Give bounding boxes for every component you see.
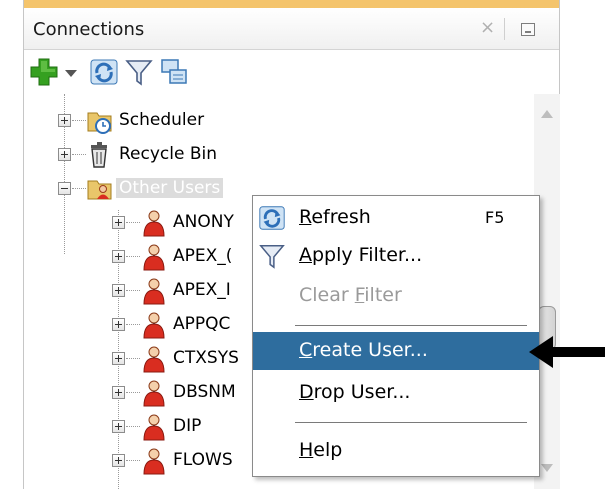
menu-item-label: Help — [299, 439, 343, 461]
menu-item-create-user[interactable]: Create User... — [253, 332, 539, 370]
panel-accent-bar — [24, 0, 559, 8]
tree-item-label: ANONY — [173, 212, 234, 232]
schema-browser-icon[interactable] — [158, 56, 190, 88]
tree-item-label: DBSNM — [173, 382, 236, 402]
pointer-arrow-icon — [527, 332, 607, 372]
scroll-down-arrow-icon[interactable] — [541, 464, 553, 472]
expand-toggle[interactable] — [112, 386, 125, 399]
scheduler-icon — [87, 107, 113, 135]
tree-connector — [126, 392, 140, 393]
tree-item-user[interactable]: DIP — [24, 410, 284, 444]
minimize-icon[interactable] — [521, 23, 535, 36]
tree-item-user[interactable]: ANONY — [24, 206, 284, 240]
expand-toggle[interactable] — [112, 250, 125, 263]
tree-item-scheduler[interactable]: Scheduler — [24, 104, 284, 138]
menu-item-apply-filter[interactable]: Apply Filter... — [253, 237, 539, 275]
expand-toggle[interactable] — [112, 352, 125, 365]
expand-toggle[interactable] — [58, 114, 71, 127]
menu-item-refresh[interactable]: Refresh F5 — [253, 199, 539, 237]
expand-toggle[interactable] — [58, 148, 71, 161]
user-icon — [141, 447, 167, 475]
menu-item-label: Apply Filter... — [299, 244, 423, 266]
tree-connector — [126, 426, 140, 427]
tree-item-label: Recycle Bin — [119, 144, 218, 164]
user-icon — [141, 413, 167, 441]
title-divider — [504, 18, 505, 40]
menu-item-shortcut: F5 — [485, 208, 505, 227]
tree-item-user[interactable]: APEX_( — [24, 240, 284, 274]
tree-item-label: FLOWS — [173, 450, 233, 470]
tree-connector — [72, 188, 86, 189]
menu-item-drop-user[interactable]: Drop User... — [253, 374, 539, 412]
scroll-up-arrow-icon[interactable] — [541, 110, 553, 118]
expand-toggle[interactable] — [112, 318, 125, 331]
dropdown-arrow-icon[interactable] — [62, 56, 80, 88]
tree-connector — [126, 222, 140, 223]
tree-item-label: CTXSYS — [173, 348, 239, 368]
close-icon[interactable]: × — [480, 17, 495, 38]
tree-item-label: APPQC — [173, 314, 231, 334]
tree-connector — [126, 460, 140, 461]
tree-connector — [126, 256, 140, 257]
tree-item-label: APEX_( — [173, 246, 233, 266]
menu-separator — [295, 422, 527, 423]
tree-item-user[interactable]: APEX_I — [24, 274, 284, 308]
user-icon — [141, 345, 167, 373]
menu-item-label: Drop User... — [299, 381, 411, 403]
menu-item-clear-filter[interactable]: Clear Filter — [253, 277, 539, 315]
panel-title-bar: Connections × — [24, 8, 559, 50]
user-icon — [141, 209, 167, 237]
menu-separator — [295, 325, 527, 326]
menu-item-help[interactable]: Help — [253, 432, 539, 470]
panel-title: Connections — [33, 19, 145, 40]
tree-connector — [126, 358, 140, 359]
filter-icon — [257, 241, 287, 271]
menu-item-label: Clear Filter — [299, 284, 402, 306]
refresh-icon — [257, 203, 287, 233]
tree-item-recycle-bin[interactable]: Recycle Bin — [24, 138, 284, 172]
expand-toggle[interactable] — [112, 216, 125, 229]
other-users-folder-icon — [87, 175, 113, 203]
tree-connector — [72, 154, 86, 155]
refresh-icon[interactable] — [88, 56, 120, 88]
context-menu: Refresh F5 Apply Filter... Clear Filter … — [252, 195, 540, 477]
expand-toggle[interactable] — [112, 420, 125, 433]
tree-item-user[interactable]: DBSNM — [24, 376, 284, 410]
expand-toggle[interactable] — [112, 454, 125, 467]
tree-item-label: APEX_I — [173, 280, 231, 300]
tree-item-user[interactable]: FLOWS — [24, 444, 284, 478]
collapse-toggle[interactable] — [58, 182, 71, 195]
tree-item-user[interactable]: CTXSYS — [24, 342, 284, 376]
user-icon — [141, 243, 167, 271]
tree-item-label: Other Users — [116, 178, 224, 198]
filter-icon[interactable] — [123, 56, 155, 88]
tree-connector — [126, 324, 140, 325]
tree-item-label: Scheduler — [119, 110, 205, 130]
tree-item-label: DIP — [173, 416, 202, 436]
recycle-bin-icon — [87, 141, 113, 169]
connections-toolbar — [24, 50, 559, 94]
tree-connector — [72, 120, 86, 121]
menu-item-label: Refresh — [299, 206, 371, 228]
menu-item-label: Create User... — [299, 339, 428, 361]
tree-connector — [126, 290, 140, 291]
user-icon — [141, 311, 167, 339]
expand-toggle[interactable] — [112, 284, 125, 297]
add-connection-icon[interactable] — [28, 56, 60, 88]
user-icon — [141, 277, 167, 305]
user-icon — [141, 379, 167, 407]
tree-item-user[interactable]: APPQC — [24, 308, 284, 342]
